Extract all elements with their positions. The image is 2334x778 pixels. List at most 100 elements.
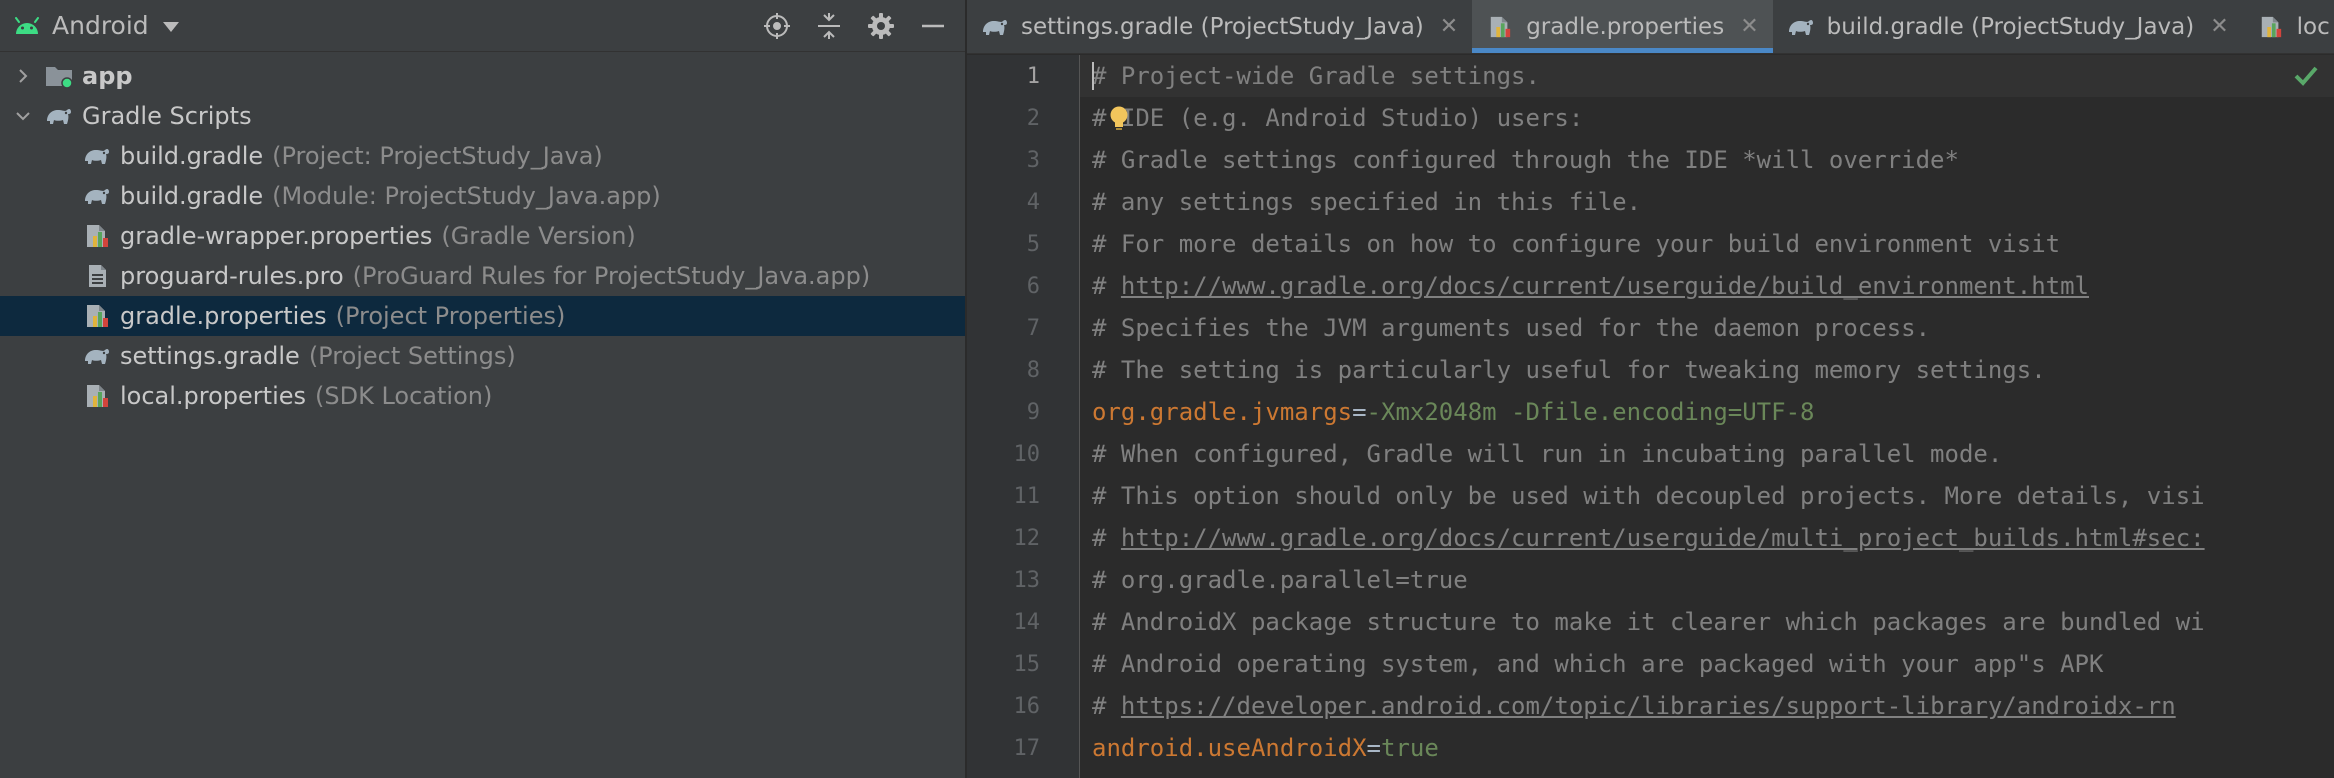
code-editor[interactable]: 1 # Project-wide Gradle settings. 2 # IDE (… xyxy=(967,55,2334,778)
text-file-icon xyxy=(82,262,112,290)
tree-item[interactable]: gradle.properties (Project Properties) xyxy=(0,296,965,336)
gradle-icon xyxy=(1787,14,1817,40)
code-line: 5 # For more details on how to configure … xyxy=(967,223,2334,265)
properties-icon xyxy=(87,225,108,247)
editor-area: settings.gradle (ProjectStudy_Java) ✕ grad… xyxy=(967,0,2334,778)
locate-button[interactable] xyxy=(757,6,797,46)
tree-item-hint: (SDK Location) xyxy=(315,382,493,410)
code-token: true xyxy=(1381,734,1439,762)
code-line: 13 # org.gradle.parallel=true xyxy=(967,559,2334,601)
tab-label: settings.gradle (ProjectStudy_Java) xyxy=(1021,13,1424,40)
code-text: # When configured, Gradle will run in in… xyxy=(1092,440,2002,468)
chevron-down-icon[interactable] xyxy=(15,108,31,124)
code-token: # IDE (e.g. Android Studio) users: xyxy=(1092,104,1584,132)
line-number: 13 xyxy=(1013,567,1041,593)
code-line: 3 # Gradle settings configured through th… xyxy=(967,139,2334,181)
tree-item-hint: (Module: ProjectStudy_Java.app) xyxy=(272,182,661,210)
close-icon[interactable]: ✕ xyxy=(1440,14,1458,39)
code-token: = xyxy=(1366,734,1381,762)
tree-item-name: settings.gradle xyxy=(120,342,300,370)
code-token: # Android operating system, and which ar… xyxy=(1092,650,2104,678)
code-token: org.gradle.jvmargs xyxy=(1092,398,1353,426)
line-number: 2 xyxy=(1026,105,1040,131)
tree-item-name: local.properties xyxy=(120,382,307,410)
editor-tab[interactable]: settings.gradle (ProjectStudy_Java) ✕ xyxy=(967,0,1472,53)
code-text: # https://developer.android.com/topic/li… xyxy=(1092,692,2176,720)
line-number: 12 xyxy=(1013,525,1041,551)
gradle-icon xyxy=(85,188,109,204)
project-tree: app Gradle Scripts build.gradle (Project: P… xyxy=(0,52,965,416)
code-token: # xyxy=(1092,272,1121,300)
tree-item[interactable]: proguard-rules.pro (ProGuard Rules for Pr… xyxy=(0,256,965,296)
tree-item[interactable]: build.gradle (Project: ProjectStudy_Java) xyxy=(0,136,965,176)
gradle-icon xyxy=(82,142,112,170)
editor-tab[interactable]: gradle.properties ✕ xyxy=(1472,0,1774,53)
hide-panel-button[interactable] xyxy=(913,6,953,46)
code-token: # any settings specified in this file. xyxy=(1092,188,1642,216)
code-token: # org.gradle.parallel=true xyxy=(1092,566,1468,594)
project-view-selector[interactable]: Android xyxy=(52,11,149,40)
editor-tab[interactable]: loc xyxy=(2243,0,2334,53)
line-number: 10 xyxy=(1013,441,1041,467)
line-number: 1 xyxy=(1026,63,1040,89)
editor-tab[interactable]: build.gradle (ProjectStudy_Java) ✕ xyxy=(1773,0,2243,53)
code-lines: 1 # Project-wide Gradle settings. 2 # IDE (… xyxy=(967,55,2334,769)
tree-item[interactable]: build.gradle (Module: ProjectStudy_Java.a… xyxy=(0,176,965,216)
code-line: 15 # Android operating system, and which … xyxy=(967,643,2334,685)
code-line: 8 # The setting is particularly useful fo… xyxy=(967,349,2334,391)
tree-expander[interactable] xyxy=(14,107,32,125)
gradle-icon xyxy=(82,342,112,370)
tree-item[interactable]: settings.gradle (Project Settings) xyxy=(0,336,965,376)
code-text: # The setting is particularly useful for… xyxy=(1092,356,2046,384)
code-text: android.useAndroidX=true xyxy=(1092,734,1439,762)
properties-icon xyxy=(87,385,108,407)
editor-tab-bar: settings.gradle (ProjectStudy_Java) ✕ grad… xyxy=(967,0,2334,54)
chevron-right-icon[interactable] xyxy=(15,68,31,84)
gradle-icon xyxy=(983,19,1007,35)
code-line: 17 android.useAndroidX=true xyxy=(967,727,2334,769)
line-number: 16 xyxy=(1013,693,1041,719)
tree-item[interactable]: gradle-wrapper.properties (Gradle Version… xyxy=(0,216,965,256)
tree-item[interactable]: local.properties (SDK Location) xyxy=(0,376,965,416)
code-text: # This option should only be used with d… xyxy=(1092,482,2205,510)
code-text: # For more details on how to configure y… xyxy=(1092,230,2060,258)
tree-item-name: build.gradle xyxy=(120,182,264,210)
tree-item[interactable]: Gradle Scripts xyxy=(0,96,965,136)
project-panel-header: Android xyxy=(0,0,965,52)
code-line: 14 # AndroidX package structure to make i… xyxy=(967,601,2334,643)
app-module-icon xyxy=(44,62,74,90)
close-icon[interactable]: ✕ xyxy=(1740,14,1758,39)
chevron-down-icon[interactable] xyxy=(162,22,179,32)
code-link[interactable]: http://www.gradle.org/docs/current/userg… xyxy=(1121,272,2089,300)
properties-icon xyxy=(2257,14,2287,40)
code-token: # The setting is particularly useful for… xyxy=(1092,356,2046,384)
locate-icon xyxy=(764,12,790,39)
code-line: 2 # IDE (e.g. Android Studio) users: xyxy=(967,97,2334,139)
text-file-icon xyxy=(89,265,106,287)
close-icon[interactable]: ✕ xyxy=(2210,14,2228,39)
code-token: # xyxy=(1092,524,1121,552)
text-cursor xyxy=(1092,62,1094,90)
collapse-all-button[interactable] xyxy=(809,6,849,46)
code-line: 11 # This option should only be used with… xyxy=(967,475,2334,517)
gradle-icon xyxy=(85,348,109,364)
tree-item[interactable]: app xyxy=(0,56,965,96)
code-line: 16 # https://developer.android.com/topic/… xyxy=(967,685,2334,727)
tree-item-hint: (ProGuard Rules for ProjectStudy_Java.ap… xyxy=(352,262,871,290)
gradle-icon xyxy=(85,148,109,164)
line-number: 17 xyxy=(1013,735,1041,761)
tree-item-hint: (Project Settings) xyxy=(308,342,516,370)
project-tool-window: Android app Gradle Scripts build.gradle … xyxy=(0,0,966,778)
tab-label: loc xyxy=(2296,13,2330,40)
code-link[interactable]: https://developer.android.com/topic/libr… xyxy=(1121,692,2176,720)
lightbulb-icon[interactable] xyxy=(1108,105,1130,131)
settings-button[interactable] xyxy=(861,6,901,46)
tree-item-name: gradle.properties xyxy=(120,302,327,330)
properties-icon xyxy=(82,302,112,330)
tree-expander[interactable] xyxy=(14,67,32,85)
tree-item-hint: (Project Properties) xyxy=(335,302,566,330)
code-link[interactable]: http://www.gradle.org/docs/current/userg… xyxy=(1121,524,2205,552)
inspection-ok-icon[interactable] xyxy=(2292,63,2320,89)
android-icon xyxy=(15,16,39,34)
collapse-all-icon xyxy=(818,12,840,39)
